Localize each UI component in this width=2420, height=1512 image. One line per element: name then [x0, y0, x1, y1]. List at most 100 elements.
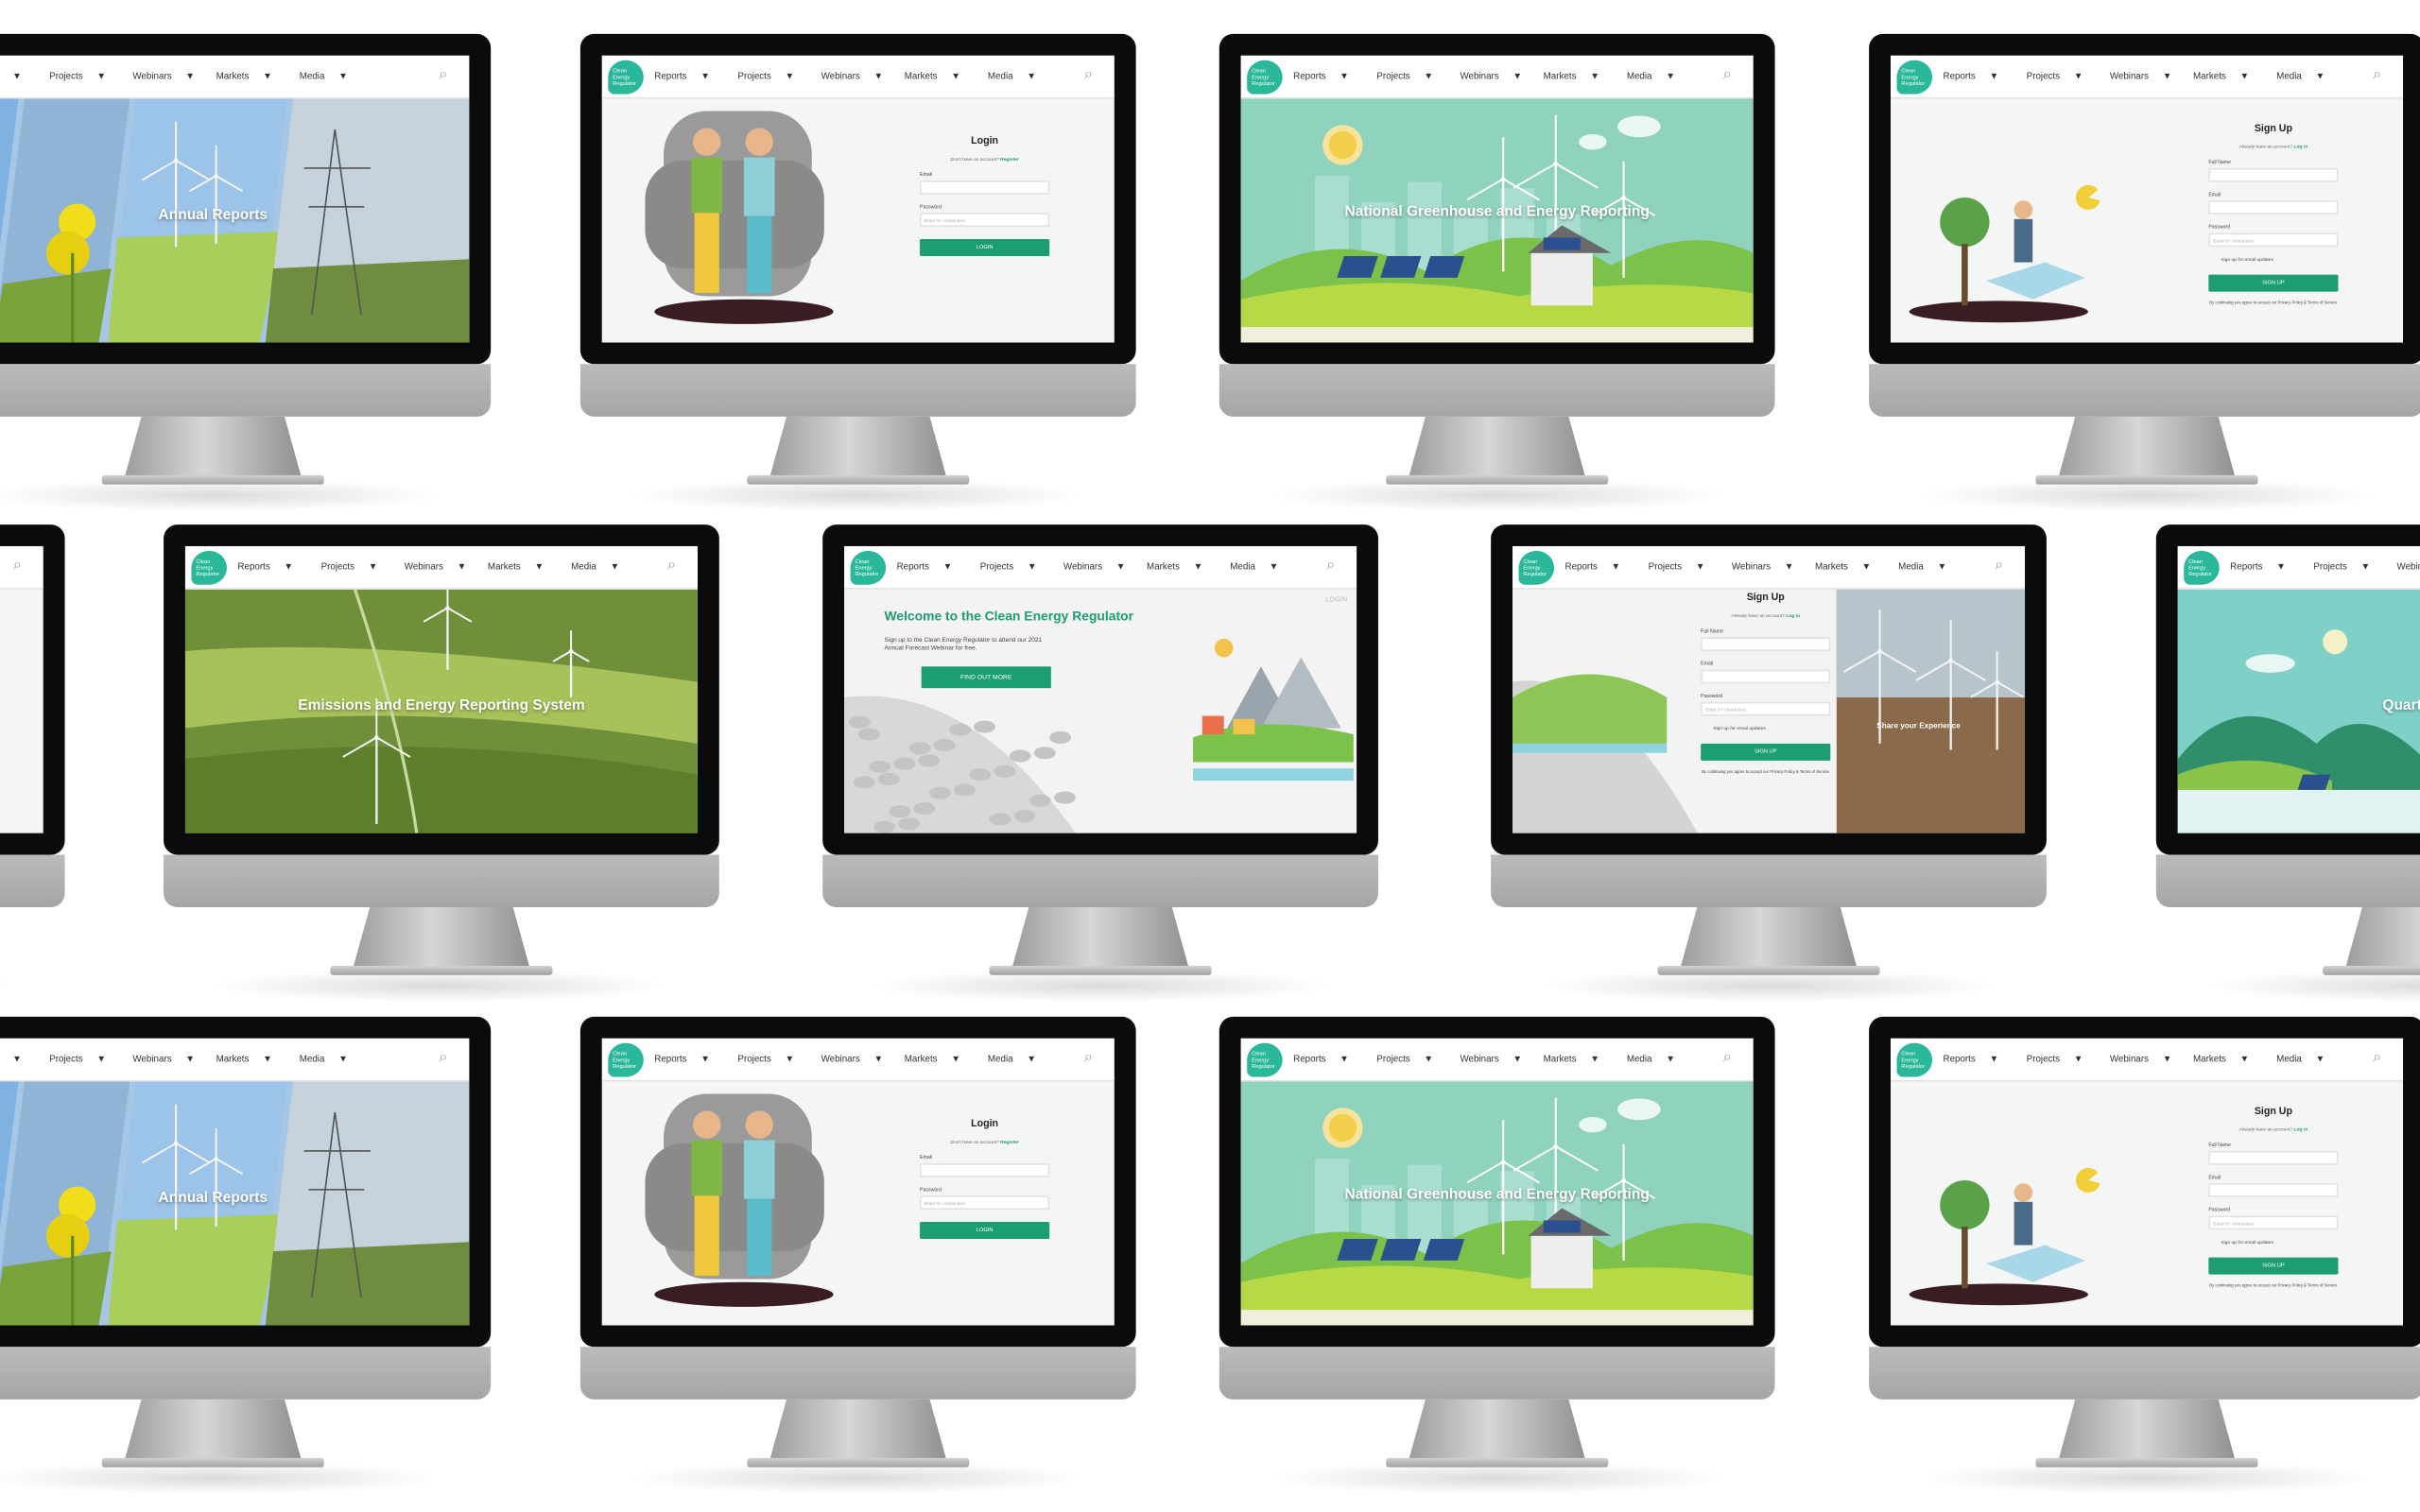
nav-item-projects[interactable]: Projects ▼ — [737, 1056, 821, 1065]
nav-item-media[interactable]: Media ▼ — [2276, 73, 2360, 82]
nav-item-markets[interactable]: Markets ▼ — [905, 1056, 988, 1065]
search-icon[interactable]: ⌕ — [1723, 1050, 1732, 1066]
email-updates-checkbox[interactable]: Sign up for email updates — [2208, 1239, 2338, 1246]
nav-item-markets[interactable]: Markets ▼ — [1544, 1056, 1627, 1065]
search-icon[interactable]: ⌕ — [2373, 1050, 2381, 1066]
nav-item-projects[interactable]: Projects ▼ — [2027, 1056, 2110, 1065]
nav-item-media[interactable]: Media ▼ — [1627, 73, 1710, 82]
nav-item-media[interactable]: Media ▼ — [300, 1056, 383, 1065]
brand-logo[interactable]: Clean Energy Regulator — [608, 1042, 644, 1077]
nav-item-reports[interactable]: Reports▼ — [1944, 1056, 2027, 1065]
nav-item-projects[interactable]: Projects ▼ — [980, 563, 1063, 573]
nav-item-media[interactable]: Media ▼ — [2276, 1056, 2360, 1065]
nav-item-webinars[interactable]: Webinars▼ — [1063, 563, 1147, 573]
nav-item-reports[interactable]: Reports▼ — [1293, 1056, 1376, 1065]
nav-item-reports[interactable]: Reports▼ — [1293, 73, 1376, 82]
brand-logo[interactable]: Clean Energy Regulator — [1896, 60, 1933, 94]
search-icon[interactable]: ⌕ — [439, 1050, 447, 1066]
password-field[interactable]: Enter 8+ characters — [1701, 701, 1831, 716]
brand-logo[interactable]: Clean Energy Regulator — [850, 550, 887, 585]
nav-item-markets[interactable]: Markets ▼ — [2193, 73, 2276, 82]
register-link[interactable]: Register — [1000, 156, 1019, 163]
nav-item-markets[interactable]: Markets ▼ — [488, 563, 571, 573]
password-field[interactable]: Enter 8+ characters — [2208, 1215, 2339, 1230]
login-link[interactable]: LOGIN — [1325, 595, 1347, 603]
search-icon[interactable]: ⌕ — [1084, 1050, 1093, 1066]
nav-item-reports[interactable]: Reports▼ — [237, 563, 320, 573]
nav-item-markets[interactable]: Markets ▼ — [1815, 563, 1898, 573]
brand-logo[interactable]: Clean Energy Regulator — [191, 550, 227, 585]
nav-item-reports[interactable]: Reports▼ — [0, 1056, 49, 1065]
email-field[interactable] — [920, 1163, 1050, 1177]
nav-item-projects[interactable]: Projects ▼ — [737, 73, 821, 82]
signup-button[interactable]: SIGN UP — [2208, 1257, 2339, 1275]
password-field[interactable]: Enter 8+ characters — [2208, 232, 2339, 248]
nav-item-webinars[interactable]: Webinars▼ — [2397, 563, 2420, 573]
nav-item-media[interactable]: Media ▼ — [988, 1056, 1071, 1065]
nav-item-projects[interactable]: Projects ▼ — [321, 563, 405, 573]
nav-item-reports[interactable]: Reports▼ — [1565, 563, 1649, 573]
signup-button[interactable]: SIGN UP — [1701, 743, 1831, 761]
nav-item-media[interactable]: Media ▼ — [1230, 563, 1313, 573]
find-out-more-button[interactable]: FIND OUT MORE — [921, 666, 1051, 689]
brand-logo[interactable]: Clean Energy Regulator — [1896, 1042, 1933, 1077]
search-icon[interactable]: ⌕ — [2373, 67, 2381, 83]
nav-item-media[interactable]: Media ▼ — [300, 73, 383, 82]
email-field[interactable] — [1701, 669, 1831, 684]
search-icon[interactable]: ⌕ — [13, 558, 22, 574]
search-icon[interactable]: ⌕ — [1326, 558, 1335, 574]
nav-item-reports[interactable]: Reports▼ — [897, 563, 980, 573]
nav-item-markets[interactable]: Markets ▼ — [216, 73, 300, 82]
nav-item-projects[interactable]: Projects ▼ — [49, 73, 132, 82]
nav-item-reports[interactable]: Reports▼ — [2230, 563, 2313, 573]
nav-item-webinars[interactable]: Webinars▼ — [821, 73, 905, 82]
nav-item-projects[interactable]: Projects ▼ — [1376, 1056, 1460, 1065]
email-field[interactable] — [2208, 1183, 2339, 1197]
brand-logo[interactable]: Clean Energy Regulator — [1247, 60, 1283, 94]
nav-item-markets[interactable]: Markets ▼ — [905, 73, 988, 82]
email-updates-checkbox[interactable]: Sign up for email updates — [1701, 725, 1830, 731]
nav-item-webinars[interactable]: Webinars▼ — [1460, 1056, 1543, 1065]
search-icon[interactable]: ⌕ — [1084, 67, 1093, 83]
brand-logo[interactable]: Clean Energy Regulator — [608, 60, 644, 94]
signup-button[interactable]: SIGN UP — [2208, 274, 2339, 292]
search-icon[interactable]: ⌕ — [667, 558, 676, 574]
email-field[interactable] — [2208, 200, 2339, 215]
nav-item-reports[interactable]: Reports▼ — [654, 1056, 737, 1065]
nav-item-webinars[interactable]: Webinars▼ — [132, 1056, 216, 1065]
search-icon[interactable]: ⌕ — [439, 67, 447, 83]
password-field[interactable]: Enter 8+ characters — [920, 1195, 1050, 1210]
nav-item-media[interactable]: Media ▼ — [1898, 563, 1981, 573]
nav-item-media[interactable]: Media ▼ — [571, 563, 654, 573]
nav-item-markets[interactable]: Markets ▼ — [1544, 73, 1627, 82]
login-button[interactable]: LOGIN — [920, 1222, 1050, 1240]
nav-item-webinars[interactable]: Webinars▼ — [2110, 73, 2193, 82]
nav-item-webinars[interactable]: Webinars▼ — [821, 1056, 905, 1065]
brand-logo[interactable]: Clean Energy Regulator — [1518, 550, 1555, 585]
nav-item-webinars[interactable]: Webinars▼ — [132, 73, 216, 82]
nav-item-webinars[interactable]: Webinars▼ — [405, 563, 488, 573]
nav-item-markets[interactable]: Markets ▼ — [1147, 563, 1230, 573]
fullname-field[interactable] — [1701, 637, 1831, 651]
fullname-field[interactable] — [2208, 1150, 2339, 1165]
nav-item-webinars[interactable]: Webinars▼ — [2110, 1056, 2193, 1065]
login-link[interactable]: Log in — [1786, 612, 1800, 619]
nav-item-markets[interactable]: Markets ▼ — [216, 1056, 300, 1065]
nav-item-projects[interactable]: Projects ▼ — [1649, 563, 1732, 573]
fullname-field[interactable] — [2208, 167, 2339, 182]
nav-item-projects[interactable]: Projects ▼ — [2027, 73, 2110, 82]
search-icon[interactable]: ⌕ — [1995, 558, 2003, 574]
nav-item-projects[interactable]: Projects ▼ — [2313, 563, 2396, 573]
nav-item-webinars[interactable]: Webinars▼ — [1460, 73, 1543, 82]
nav-item-media[interactable]: Media ▼ — [1627, 1056, 1710, 1065]
nav-item-projects[interactable]: Projects ▼ — [49, 1056, 132, 1065]
nav-item-media[interactable]: Media ▼ — [988, 73, 1071, 82]
login-link[interactable]: Log in — [2294, 1126, 2308, 1133]
nav-item-webinars[interactable]: Webinars▼ — [1732, 563, 1815, 573]
nav-item-reports[interactable]: Reports▼ — [1944, 73, 2027, 82]
brand-logo[interactable]: Clean Energy Regulator — [2184, 550, 2220, 585]
nav-item-projects[interactable]: Projects ▼ — [1376, 73, 1460, 82]
search-icon[interactable]: ⌕ — [1723, 67, 1732, 83]
nav-item-reports[interactable]: Reports▼ — [0, 73, 49, 82]
email-updates-checkbox[interactable]: Sign up for email updates — [2208, 256, 2338, 263]
